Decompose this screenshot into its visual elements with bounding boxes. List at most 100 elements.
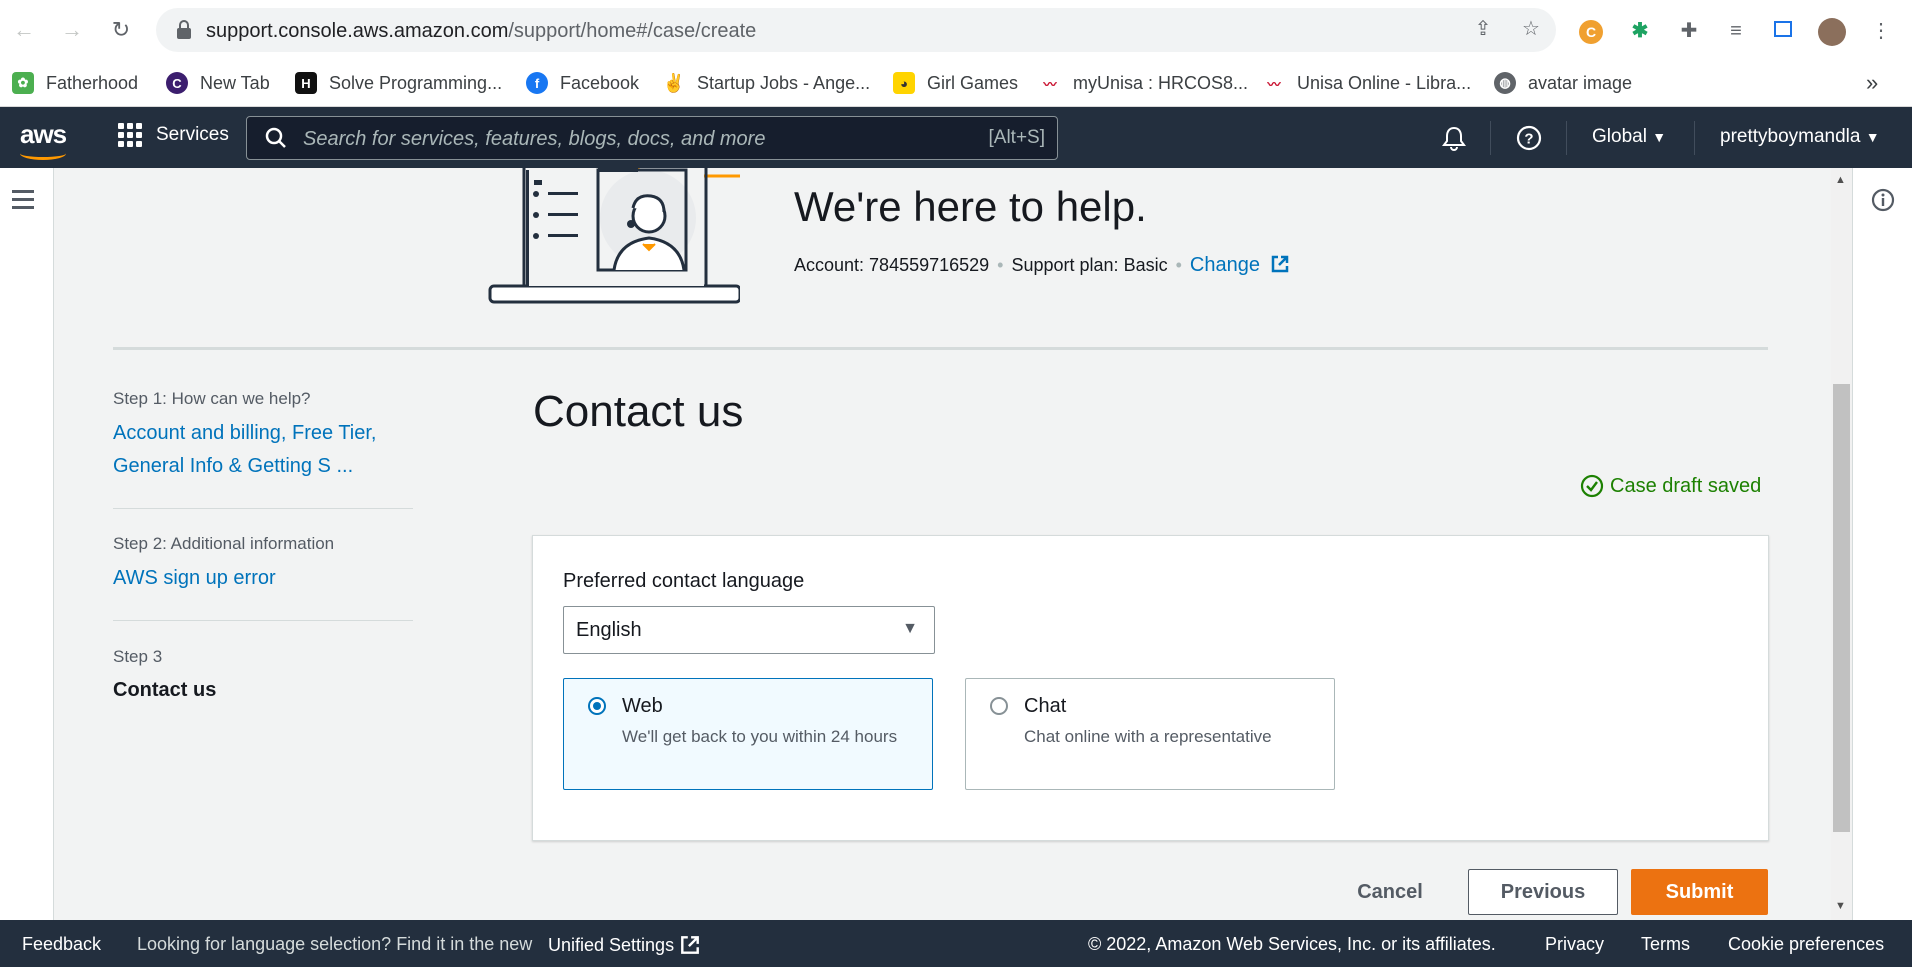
option-chat-title: Chat <box>1024 695 1067 717</box>
bookmark-new-tab[interactable]: C New Tab <box>166 68 270 98</box>
hackerrank-icon: H <box>295 72 317 94</box>
scroll-down-arrow-icon[interactable]: ▼ <box>1835 900 1846 912</box>
caret-down-icon: ▼ <box>902 620 918 637</box>
language-selection-prompt: Looking for language selection? Find it … <box>137 934 533 954</box>
radio-web[interactable] <box>588 697 606 715</box>
account-id: Account: 784559716529 <box>794 255 990 275</box>
header-divider <box>1490 121 1491 155</box>
privacy-link[interactable]: Privacy <box>1545 934 1604 955</box>
aws-logo-text: aws <box>20 119 67 149</box>
bookmark-label: avatar image <box>1528 72 1633 93</box>
bookmark-fatherhood[interactable]: ✿ Fatherhood <box>12 68 138 98</box>
step-2-link[interactable]: AWS sign up error <box>113 562 276 595</box>
unified-settings-link[interactable]: Unified Settings <box>548 934 701 956</box>
url-path: /support/home#/case/create <box>508 20 757 42</box>
draft-saved-status: Case draft saved <box>1580 474 1761 498</box>
girl-games-icon: ◕ <box>893 72 915 94</box>
notifications-bell-icon[interactable] <box>1442 125 1466 151</box>
lock-icon[interactable] <box>176 20 192 40</box>
bookmark-facebook[interactable]: f Facebook <box>526 68 639 98</box>
extension-c-icon[interactable]: C <box>1578 18 1604 44</box>
radio-chat[interactable] <box>990 697 1008 715</box>
bookmark-label: Startup Jobs - Ange... <box>697 72 871 93</box>
region-selector[interactable]: Global ▼ <box>1592 126 1666 148</box>
cookie-preferences-link[interactable]: Cookie preferences <box>1728 934 1884 955</box>
draft-status-text: Case draft saved <box>1610 474 1762 497</box>
profile-avatar[interactable] <box>1818 18 1846 46</box>
check-circle-icon <box>1580 474 1604 498</box>
region-label: Global <box>1592 126 1647 147</box>
info-icon[interactable] <box>1871 188 1895 212</box>
services-label: Services <box>156 124 229 145</box>
back-arrow-icon[interactable]: ← <box>12 18 36 42</box>
reload-icon[interactable]: ↻ <box>109 18 133 42</box>
services-menu-button[interactable]: Services <box>118 123 229 147</box>
facebook-icon: f <box>526 72 548 94</box>
search-input[interactable] <box>301 127 945 152</box>
contact-option-chat[interactable]: Chat Chat online with a representative <box>965 678 1335 790</box>
change-link-label: Change <box>1189 254 1260 276</box>
browser-menu-icon[interactable]: ⋮ <box>1868 18 1894 44</box>
step-2-label: Step 2: Additional information <box>113 534 335 553</box>
bookmarks-bar: ✿ Fatherhood C New Tab H Solve Programming.… <box>0 60 1912 107</box>
separator-dot: • <box>1175 255 1182 275</box>
bookmark-label: Facebook <box>560 72 640 93</box>
aws-smile-icon <box>20 147 66 160</box>
globe-icon: ◍ <box>1494 72 1516 94</box>
feedback-link[interactable]: Feedback <box>22 934 101 955</box>
bookmark-girl-games[interactable]: ◕ Girl Games <box>893 68 1018 98</box>
step-3-current: Contact us <box>113 679 217 701</box>
external-link-icon <box>681 936 699 954</box>
bookmark-star-icon[interactable]: ☆ <box>1518 16 1544 42</box>
contact-option-web[interactable]: Web We'll get back to you within 24 hour… <box>563 678 933 790</box>
search-box[interactable]: [Alt+S] <box>246 116 1058 160</box>
victory-hand-icon: ✌ <box>662 72 686 94</box>
contact-options-card: Preferred contact language English ▼ Web… <box>532 535 1769 841</box>
address-bar[interactable]: support.console.aws.amazon.com/support/h… <box>156 8 1556 52</box>
account-menu[interactable]: prettyboymandla ▼ <box>1720 126 1880 148</box>
caret-down-icon: ▼ <box>1865 129 1880 145</box>
more-bookmarks-chevron-icon[interactable]: » <box>1866 68 1878 98</box>
aws-logo[interactable]: aws <box>20 119 67 160</box>
left-navigation-rail <box>0 168 54 920</box>
bookmark-startup-jobs[interactable]: ✌ Startup Jobs - Ange... <box>663 68 870 98</box>
bookmark-myunisa[interactable]: 〰 myUnisa : HRCOS8... <box>1039 68 1248 98</box>
hamburger-menu-icon[interactable] <box>12 190 34 209</box>
bookmark-solve-programming[interactable]: H Solve Programming... <box>295 68 502 98</box>
aws-console-header: aws Services [Alt+S] ? Global ▼ prettybo… <box>0 107 1912 168</box>
share-icon[interactable]: ⇪ <box>1470 16 1496 42</box>
scroll-up-arrow-icon[interactable]: ▲ <box>1835 174 1846 186</box>
services-grid-icon <box>118 123 142 147</box>
bookmark-label: myUnisa : HRCOS8... <box>1073 72 1249 93</box>
terms-link[interactable]: Terms <box>1641 934 1690 955</box>
submit-button[interactable]: Submit <box>1631 869 1768 915</box>
support-agent-illustration <box>488 168 740 304</box>
option-web-title: Web <box>622 695 663 717</box>
language-select[interactable]: English ▼ <box>563 606 935 654</box>
unified-settings-label: Unified Settings <box>548 934 675 955</box>
page-title: Contact us <box>533 387 744 436</box>
side-panel-icon[interactable] <box>1770 18 1796 44</box>
previous-button[interactable]: Previous <box>1468 869 1618 915</box>
step-1-link[interactable]: Account and billing, Free Tier, General … <box>113 417 413 483</box>
help-question-icon[interactable]: ? <box>1516 125 1542 151</box>
url-host: support.console.aws.amazon.com <box>206 20 509 42</box>
scrollbar-thumb[interactable] <box>1833 384 1850 832</box>
extensions-puzzle-icon[interactable]: ✚ <box>1676 18 1702 44</box>
url-text[interactable]: support.console.aws.amazon.com/support/h… <box>206 20 756 43</box>
step-3-label: Step 3 <box>113 647 163 666</box>
bookmark-label: New Tab <box>200 72 270 93</box>
cancel-button[interactable]: Cancel <box>1340 869 1440 915</box>
media-queue-icon[interactable]: ≡ <box>1723 18 1749 44</box>
bookmark-avatar-image[interactable]: ◍ avatar image <box>1494 68 1632 98</box>
c-circle-icon: C <box>166 72 188 94</box>
forward-arrow-icon[interactable]: → <box>60 18 84 42</box>
bookmark-label: Fatherhood <box>46 72 139 93</box>
change-plan-link[interactable]: Change <box>1190 254 1290 277</box>
bookmark-label: Girl Games <box>927 72 1019 93</box>
step-1-label: Step 1: How can we help? <box>113 389 311 408</box>
extension-cross-icon[interactable]: ✱ <box>1627 18 1653 44</box>
external-link-icon <box>1271 255 1288 273</box>
bookmark-unisa-online[interactable]: 〰 Unisa Online - Libra... <box>1263 68 1471 98</box>
step-divider <box>113 620 413 621</box>
